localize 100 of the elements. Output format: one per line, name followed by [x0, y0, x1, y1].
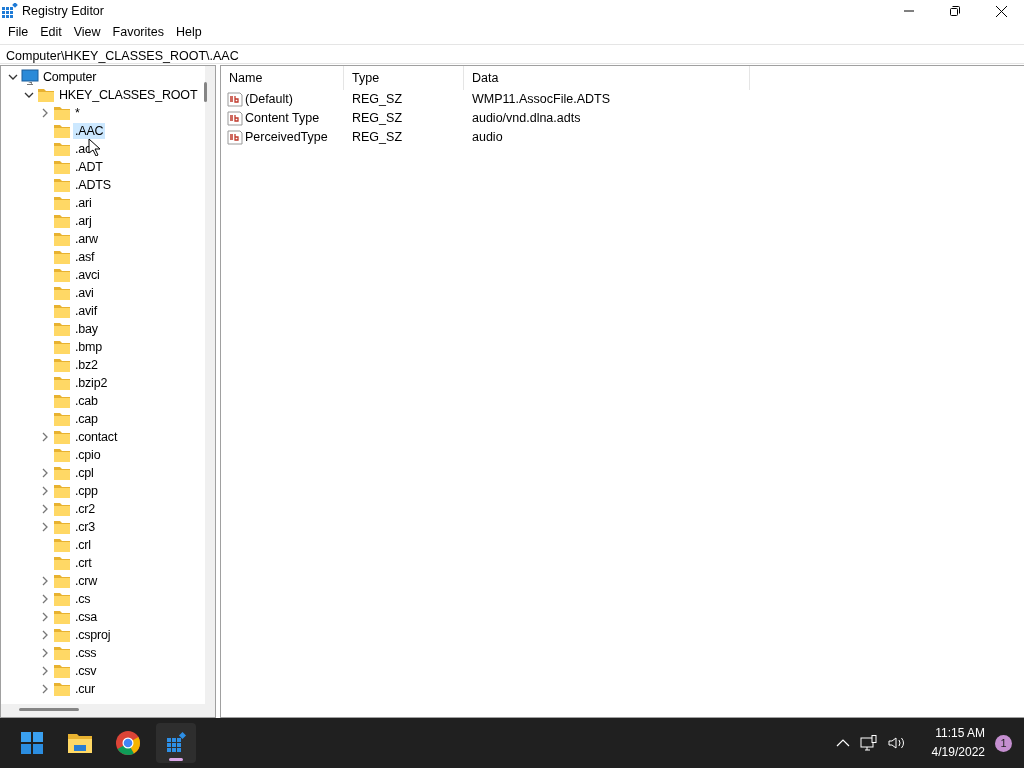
value-name: Content Type	[244, 110, 321, 128]
value-name: (Default)	[244, 91, 294, 109]
tree-item[interactable]: .cpp	[73, 483, 100, 499]
folder-icon	[53, 321, 71, 337]
column-header[interactable]: Name	[221, 66, 344, 90]
tree-item[interactable]: .arj	[73, 213, 94, 229]
folder-icon	[53, 627, 71, 643]
clock-time[interactable]: 11:15 AM	[931, 724, 985, 743]
tree-item[interactable]: .cr2	[73, 501, 98, 517]
menu-item[interactable]: Help	[170, 22, 208, 42]
column-header[interactable]: Data	[464, 66, 750, 90]
tree-item[interactable]: .ari	[73, 195, 94, 211]
value-type: REG_SZ	[351, 91, 403, 109]
taskbar-app[interactable]	[156, 723, 196, 763]
folder-icon	[53, 267, 71, 283]
close-icon	[995, 5, 1007, 17]
app-icon	[2, 3, 18, 19]
menu-item[interactable]: File	[2, 22, 35, 42]
folder-icon	[53, 195, 71, 211]
folder-icon	[53, 123, 71, 139]
tree-item[interactable]: .bzip2	[73, 375, 110, 391]
folder-icon	[53, 177, 71, 193]
tree-item[interactable]: .avci	[73, 267, 102, 283]
tree-item[interactable]: .crw	[73, 573, 100, 589]
tree-item[interactable]: .cs	[73, 591, 93, 607]
tree-item[interactable]: .css	[73, 645, 99, 661]
start-icon	[19, 730, 45, 756]
tree-item[interactable]: .avi	[73, 285, 96, 301]
chevron-up-icon[interactable]	[835, 739, 850, 747]
string-value-icon	[227, 130, 243, 145]
folder-icon	[53, 213, 71, 229]
menu-item[interactable]: Edit	[34, 22, 68, 42]
folder-icon	[53, 555, 71, 571]
string-value-icon	[227, 111, 243, 126]
folder-icon	[53, 141, 71, 157]
tree-item[interactable]: .crl	[73, 537, 93, 553]
tree-item[interactable]: .crt	[73, 555, 94, 571]
folder-icon	[53, 483, 71, 499]
tree-item[interactable]: .cpl	[73, 465, 96, 481]
tree-item[interactable]: .cpio	[73, 447, 103, 463]
tree-item[interactable]: .cap	[73, 411, 100, 427]
folder-icon	[53, 465, 71, 481]
folder-icon	[53, 501, 71, 517]
menu-item[interactable]: View	[67, 22, 107, 42]
value-type: REG_SZ	[351, 110, 403, 128]
tree-item[interactable]: .AAC	[73, 123, 106, 139]
value-name: PerceivedType	[244, 129, 329, 147]
tree-item[interactable]: .avif	[73, 303, 99, 319]
folder-icon	[53, 519, 71, 535]
tree-item[interactable]: .bz2	[73, 357, 100, 373]
folder-icon	[53, 537, 71, 553]
folder-icon	[53, 105, 71, 121]
folder-icon	[53, 573, 71, 589]
tree-item[interactable]: .bmp	[73, 339, 104, 355]
address-bar[interactable]: Computer\HKEY_CLASSES_ROOT\.AAC	[0, 44, 1024, 64]
clock-date[interactable]: 4/19/2022	[931, 743, 985, 762]
tree-item[interactable]: .contact	[73, 429, 120, 445]
restore-icon	[950, 6, 960, 16]
folder-icon	[53, 357, 71, 373]
folder-icon	[53, 303, 71, 319]
folder-icon	[53, 393, 71, 409]
string-value-icon	[227, 92, 243, 107]
folder-icon	[53, 447, 71, 463]
folder-icon	[53, 429, 71, 445]
volume-icon[interactable]	[887, 736, 906, 750]
value-data: WMP11.AssocFile.ADTS	[471, 91, 611, 109]
menu-item[interactable]: Favorites	[106, 22, 170, 42]
tree-item[interactable]: .csv	[73, 663, 99, 679]
tree-item[interactable]: .cr3	[73, 519, 98, 535]
tree-item[interactable]: .arw	[73, 231, 100, 247]
folder-icon	[53, 249, 71, 265]
folder-icon	[53, 339, 71, 355]
network-icon[interactable]	[859, 735, 878, 751]
tree-item[interactable]: .asf	[73, 249, 97, 265]
column-header[interactable]: Type	[344, 66, 464, 90]
folder-icon	[53, 375, 71, 391]
tree-item[interactable]: .csa	[73, 609, 100, 625]
folder-icon	[53, 681, 71, 697]
folder-icon	[53, 591, 71, 607]
folder-icon	[53, 285, 71, 301]
value-type: REG_SZ	[351, 129, 403, 147]
folder-icon	[53, 645, 71, 661]
notification-count[interactable]: 1	[995, 734, 1012, 752]
tree-item[interactable]: .cab	[73, 393, 100, 409]
folder-icon	[53, 231, 71, 247]
tree-item[interactable]: .ADT	[73, 159, 105, 175]
value-data: audio/vnd.dlna.adts	[471, 110, 582, 128]
tree-item[interactable]: .ADTS	[73, 177, 113, 193]
scrollbar-thumb[interactable]	[204, 82, 207, 102]
window-title: Registry Editor	[22, 2, 104, 20]
tree-item[interactable]: .bay	[73, 321, 100, 337]
tree-item[interactable]: HKEY_CLASSES_ROOT	[57, 87, 200, 103]
tree-item[interactable]: .cur	[73, 681, 98, 697]
tree-item[interactable]: Computer	[41, 69, 99, 85]
scrollbar-thumb[interactable]	[19, 708, 79, 711]
folder-icon	[53, 609, 71, 625]
tree-item[interactable]: *	[73, 105, 82, 121]
chrome-icon	[115, 730, 141, 756]
folder-icon	[37, 87, 55, 103]
tree-item[interactable]: .csproj	[73, 627, 113, 643]
